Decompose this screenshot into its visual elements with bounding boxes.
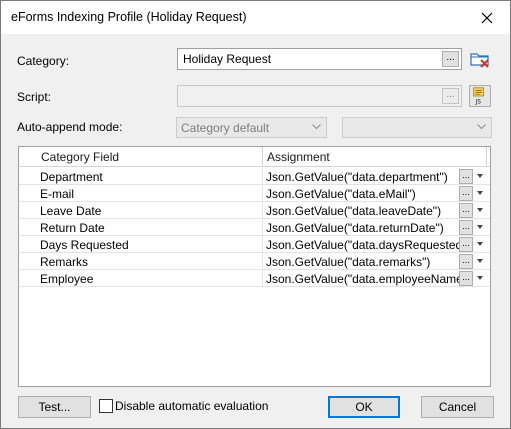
disable-evaluation-checkbox[interactable] [99,399,113,413]
chevron-down-icon [312,124,321,130]
row-edit-button[interactable]: ... [459,237,473,252]
field-assignment-grid[interactable]: Category Field Assignment Department Jso… [18,146,491,387]
script-icon-text: JS [474,99,481,105]
window-title: eForms Indexing Profile (Holiday Request… [11,10,247,24]
header-divider[interactable] [486,147,487,167]
folder-remove-icon [470,53,489,68]
table-row[interactable]: Return Date Json.GetValue("data.returnDa… [19,219,490,236]
ok-button[interactable]: OK [328,396,400,418]
category-value: Holiday Request [183,52,272,66]
category-remove-button[interactable] [469,48,491,70]
test-button[interactable]: Test... [18,396,91,418]
auto-append-value: Category default [181,121,270,135]
title-bar: eForms Indexing Profile (Holiday Request… [1,1,510,34]
table-row[interactable]: Remarks Json.GetValue("data.remarks") ..… [19,253,490,270]
chevron-down-icon[interactable] [477,225,483,229]
header-category-field[interactable]: Category Field [41,150,119,164]
row-assignment[interactable]: Json.GetValue("data.daysRequested") [266,238,470,252]
row-edit-button[interactable]: ... [459,203,473,218]
cell-divider [262,202,263,219]
row-field: Department [40,170,103,184]
auto-append-select[interactable]: Category default [176,117,327,138]
table-row[interactable]: Department Json.GetValue("data.departmen… [19,168,490,185]
row-edit-button[interactable]: ... [459,254,473,269]
chevron-down-icon[interactable] [477,259,483,263]
row-edit-button[interactable]: ... [459,220,473,235]
row-field: Days Requested [40,238,129,252]
row-assignment[interactable]: Json.GetValue("data.returnDate") [266,221,444,235]
row-edit-button[interactable]: ... [459,186,473,201]
close-button[interactable] [464,1,510,34]
chevron-down-icon[interactable] [477,191,483,195]
script-browse-button[interactable]: ... [442,88,459,104]
row-assignment[interactable]: Json.GetValue("data.leaveDate") [266,204,441,218]
script-edit-icon: JS [473,87,484,105]
row-edit-button[interactable]: ... [459,169,473,184]
cancel-button[interactable]: Cancel [421,396,494,418]
category-browse-button[interactable]: ... [442,51,459,67]
cell-divider [262,168,263,185]
row-assignment[interactable]: Json.GetValue("data.remarks") [266,255,430,269]
cell-divider [262,185,263,202]
cell-divider [262,270,263,287]
chevron-down-icon[interactable] [477,276,483,280]
script-edit-button[interactable]: JS [469,85,491,107]
table-row[interactable]: E-mail Json.GetValue("data.eMail") ... [19,185,490,202]
cell-divider [262,253,263,270]
row-assignment[interactable]: Json.GetValue("data.employeeName") [266,272,471,286]
row-edit-button[interactable]: ... [459,271,473,286]
row-assignment[interactable]: Json.GetValue("data.eMail") [266,187,416,201]
close-icon [481,12,493,23]
cell-divider [262,219,263,236]
script-field[interactable]: ... [177,85,462,107]
row-assignment[interactable]: Json.GetValue("data.department") [266,170,448,184]
chevron-down-icon[interactable] [477,174,483,178]
row-field: Return Date [40,221,105,235]
disable-evaluation-label[interactable]: Disable automatic evaluation [115,399,268,413]
chevron-down-icon[interactable] [477,208,483,212]
category-field[interactable]: Holiday Request ... [177,48,462,70]
header-assignment[interactable]: Assignment [267,150,330,164]
row-field: Leave Date [40,204,102,218]
row-field: Remarks [40,255,89,269]
row-field: Employee [40,272,94,286]
grid-header: Category Field Assignment [19,147,490,167]
cell-divider [262,236,263,253]
auto-append-label: Auto-append mode: [17,120,123,134]
row-field: E-mail [40,187,75,201]
script-label: Script: [17,90,52,104]
chevron-down-icon[interactable] [477,242,483,246]
table-row[interactable]: Leave Date Json.GetValue("data.leaveDate… [19,202,490,219]
dialog-window: eForms Indexing Profile (Holiday Request… [0,0,511,429]
chevron-down-icon [477,124,486,130]
auto-append-secondary-select[interactable] [342,117,492,138]
table-row[interactable]: Employee Json.GetValue("data.employeeNam… [19,270,490,287]
header-divider[interactable] [262,147,263,167]
category-label: Category: [17,54,70,68]
table-row[interactable]: Days Requested Json.GetValue("data.daysR… [19,236,490,253]
